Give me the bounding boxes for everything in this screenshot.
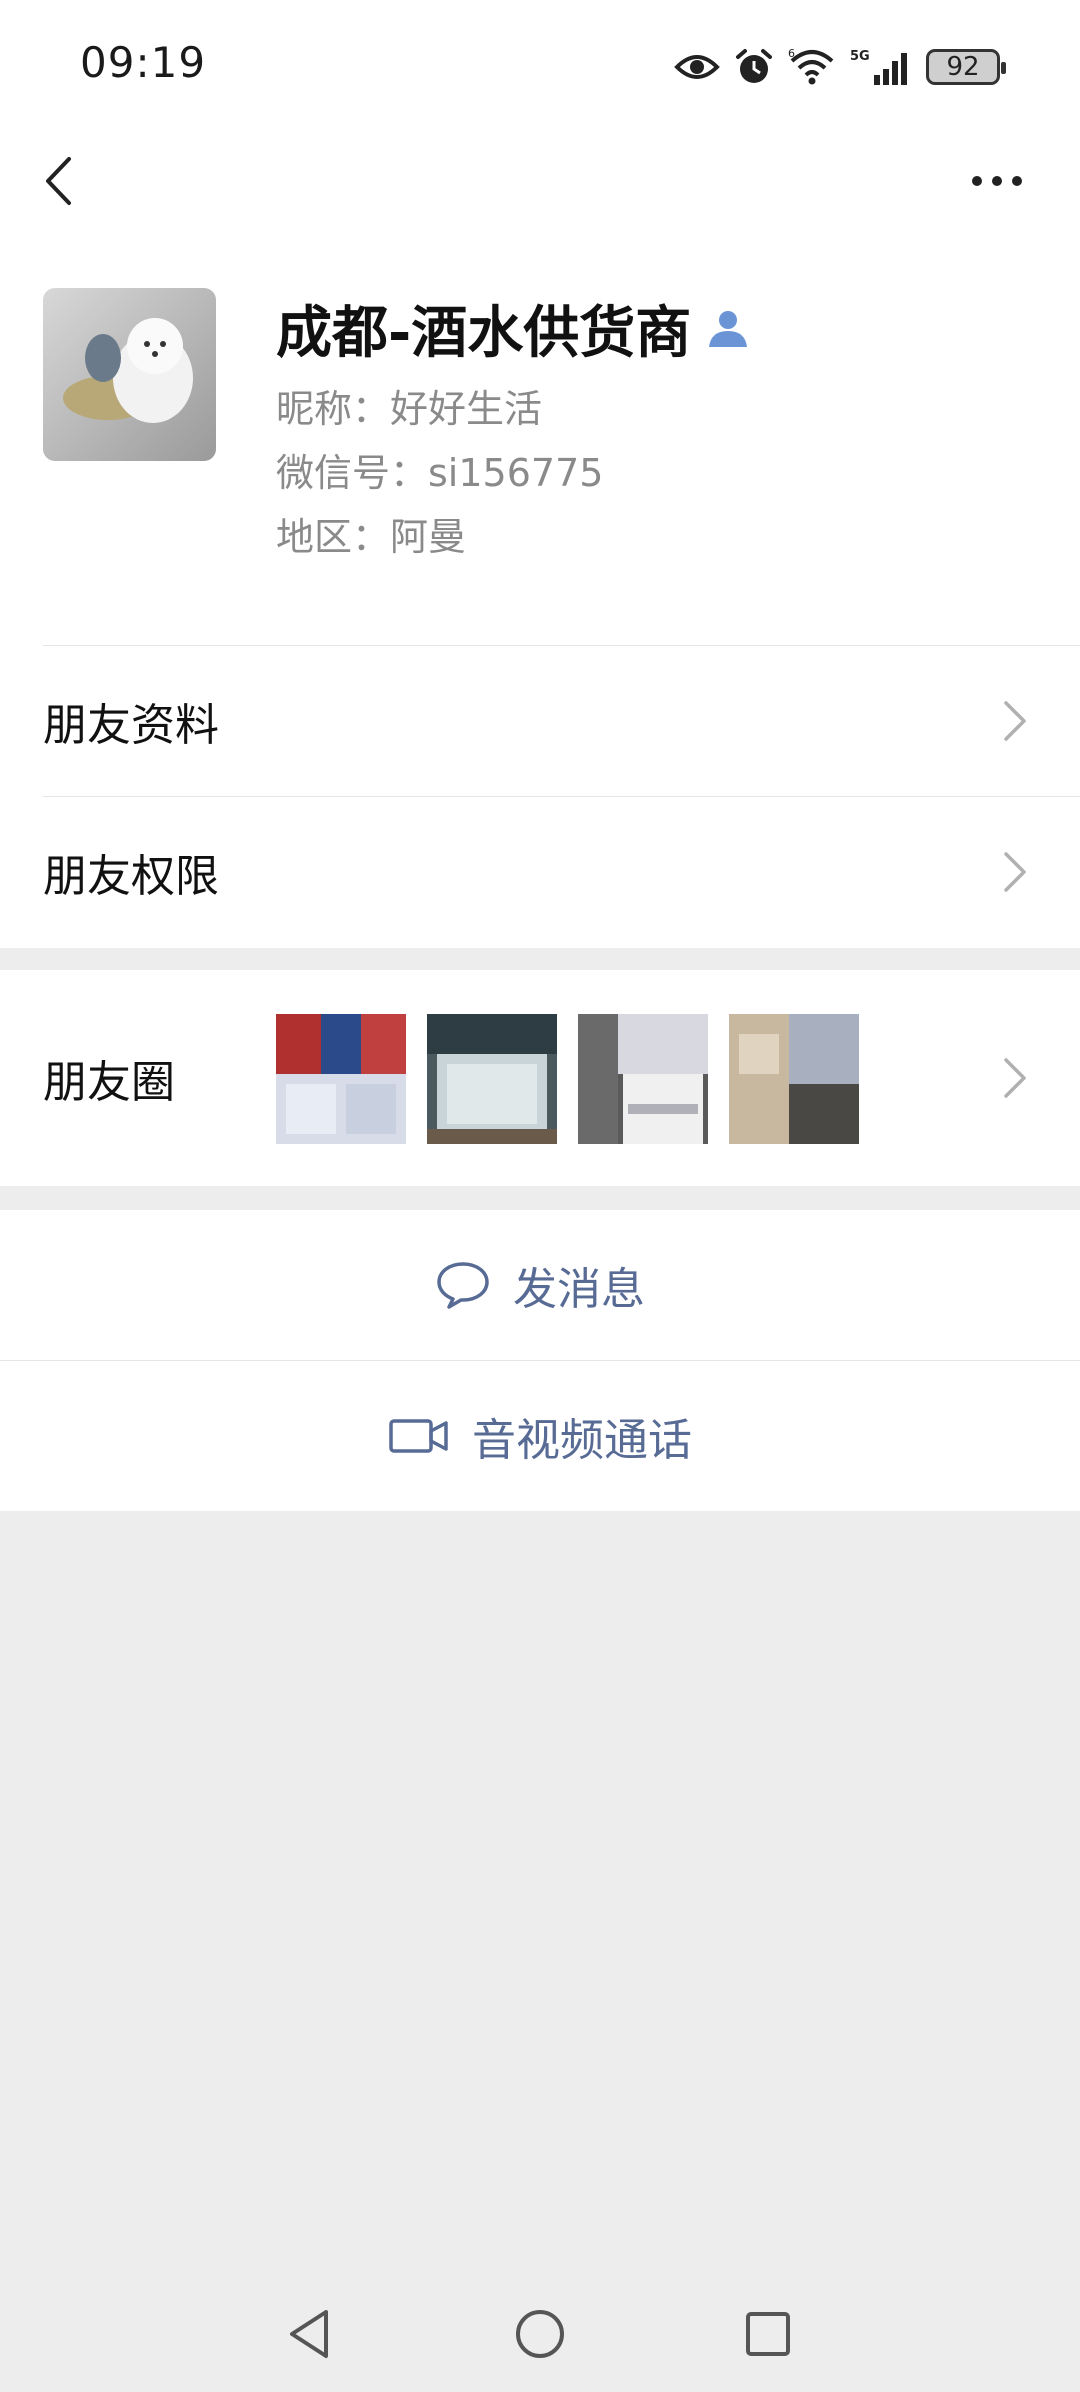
profile-name: 成都-酒水供货商 [276, 300, 692, 366]
moments-label: 朋友圈 [43, 1057, 175, 1108]
video-call-button[interactable]: 音视频通话 [0, 1361, 1080, 1511]
send-message-label: 发消息 [513, 1264, 645, 1315]
moments-row[interactable]: 朋友圈 [0, 970, 1080, 1186]
wifi-icon: 6 [788, 47, 834, 85]
chevron-right-icon [1004, 1058, 1026, 1098]
more-dots-icon [972, 176, 1022, 186]
svg-text:6: 6 [788, 47, 795, 60]
friend-permissions-label: 朋友权限 [43, 851, 219, 902]
profile-panel: 09:19 6 5G 92 成都-酒水供货商 昵称：好好生活 微信号：si156… [0, 0, 1080, 948]
home-circle-icon[interactable] [510, 2304, 570, 2364]
battery-icon: 92 [926, 49, 1006, 85]
avatar[interactable] [43, 288, 216, 461]
moments-thumbnail[interactable] [729, 1014, 859, 1144]
status-time: 09:19 [80, 38, 207, 87]
region: 地区：阿曼 [276, 515, 467, 559]
alarm-icon [736, 49, 772, 83]
moments-thumbnail[interactable] [427, 1014, 557, 1144]
friend-info-label: 朋友资料 [43, 700, 219, 751]
5g-signal-icon: 5G [850, 49, 907, 85]
send-message-button[interactable]: 发消息 [0, 1210, 1080, 1360]
video-call-label: 音视频通话 [472, 1415, 692, 1466]
status-icons: 6 5G 92 [674, 44, 1006, 90]
moments-thumbnail[interactable] [276, 1014, 406, 1144]
more-button[interactable] [962, 156, 1032, 206]
chat-bubble-icon [437, 1262, 489, 1309]
friend-info-row[interactable]: 朋友资料 [0, 646, 1080, 796]
chevron-left-icon [46, 157, 71, 205]
chevron-right-icon [1004, 701, 1026, 741]
recents-square-icon[interactable] [738, 2304, 798, 2364]
eye-icon [674, 55, 720, 79]
back-triangle-icon[interactable] [280, 2304, 340, 2364]
person-icon [709, 311, 748, 347]
back-button[interactable] [28, 146, 88, 216]
wechat-id: 微信号：si156775 [276, 451, 604, 495]
name-row: 成都-酒水供货商 [276, 290, 749, 366]
nickname: 昵称：好好生活 [276, 387, 543, 431]
battery-level: 92 [946, 52, 980, 82]
chevron-right-icon [1004, 852, 1026, 892]
system-nav-bar [0, 2290, 1080, 2380]
video-camera-icon [389, 1419, 448, 1453]
moments-thumbnail[interactable] [578, 1014, 708, 1144]
friend-permissions-row[interactable]: 朋友权限 [0, 797, 1080, 947]
moments-thumbnails [276, 1014, 859, 1144]
svg-text:5G: 5G [850, 49, 870, 64]
